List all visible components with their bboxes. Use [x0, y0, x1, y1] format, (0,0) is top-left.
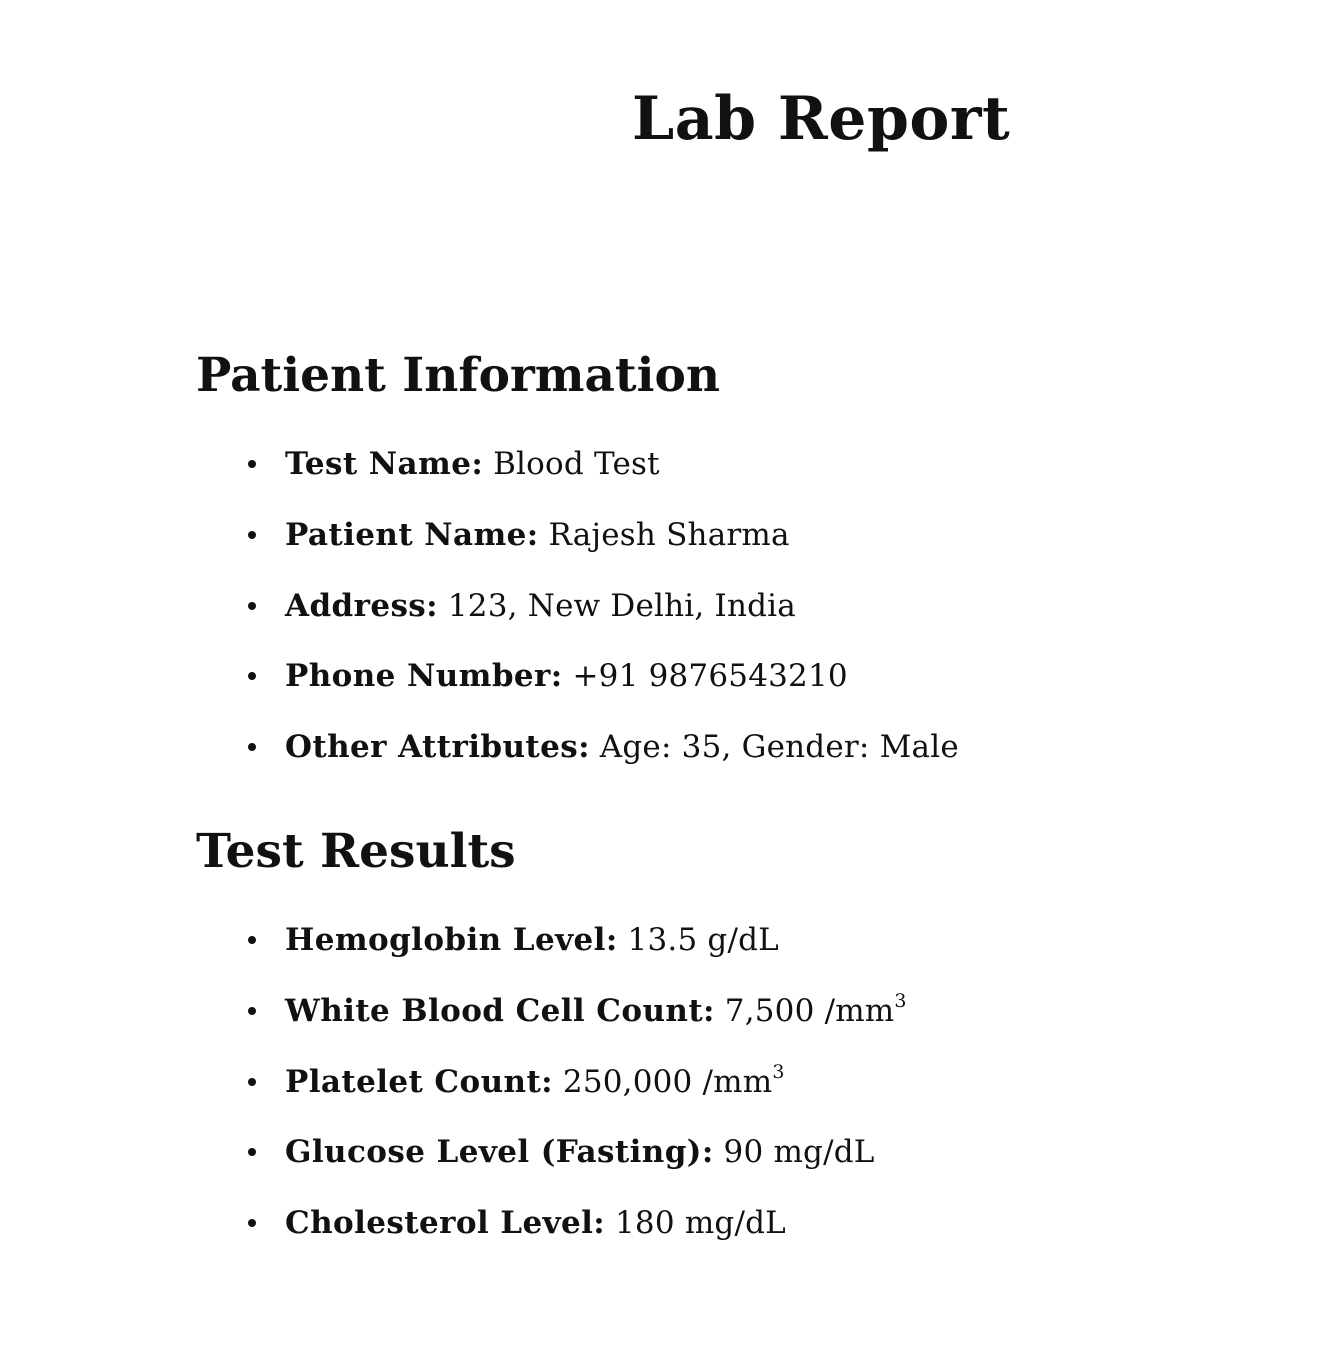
field-label: Platelet Count:: [285, 1063, 554, 1100]
field-value: Rajesh Sharma: [548, 516, 790, 553]
field-value: Age: 35, Gender: Male: [599, 729, 959, 766]
bullet-icon: [248, 460, 256, 468]
field-label: Hemoglobin Level:: [285, 922, 618, 958]
bullet-icon: [248, 601, 256, 610]
field-value: 180 mg/dL: [615, 1205, 786, 1242]
field-value: 250,000 /mm: [562, 1063, 773, 1100]
bullet-icon: [248, 1219, 256, 1228]
bullet-icon: [248, 1006, 256, 1015]
bullet-icon: [248, 672, 256, 681]
field-label: White Blood Cell Count:: [285, 992, 715, 1029]
field-value: 13.5 g/dL: [627, 922, 779, 958]
field-value: 90 mg/dL: [723, 1134, 875, 1171]
bullet-icon: [248, 1077, 256, 1086]
bullet-icon: [248, 936, 256, 944]
field-label: Address:: [285, 587, 439, 624]
bullet-icon: [248, 743, 256, 752]
report-title: Lab Report: [632, 84, 1011, 154]
field-value: 123, New Delhi, India: [447, 587, 796, 624]
patient-information-heading: Patient Information: [196, 348, 720, 403]
field-label: Test Name:: [285, 446, 484, 482]
field-value: +91 9876543210: [572, 658, 848, 695]
unit-superscript: 3: [772, 1060, 785, 1083]
field-label: Phone Number:: [285, 658, 563, 695]
field-label: Patient Name:: [285, 516, 539, 553]
field-label: Cholesterol Level:: [285, 1205, 606, 1242]
bullet-icon: [248, 1148, 256, 1157]
unit-superscript: 3: [894, 989, 907, 1012]
test-results-heading: Test Results: [196, 824, 516, 879]
field-value: 7,500 /mm: [724, 992, 895, 1029]
bullet-icon: [248, 530, 256, 539]
field-value: Blood Test: [493, 446, 660, 482]
field-label: Glucose Level (Fasting):: [285, 1134, 714, 1171]
field-label: Other Attributes:: [285, 729, 590, 766]
